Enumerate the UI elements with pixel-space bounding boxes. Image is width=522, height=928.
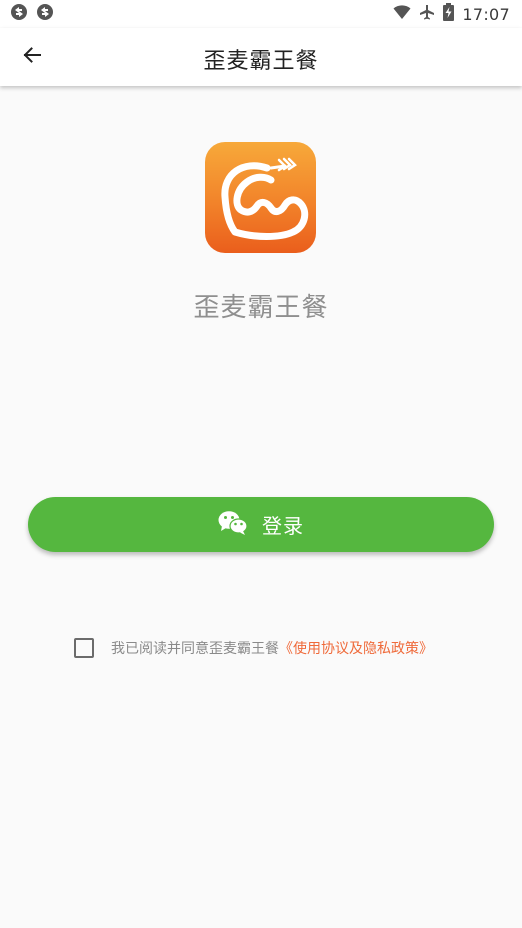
sync-icon [10,3,28,25]
login-button-label: 登录 [262,514,304,538]
bread-logo-icon [221,157,309,240]
status-right: 17:07 [393,3,510,25]
app-bar: 歪麦霸王餐 [0,28,522,86]
policy-link[interactable]: 《使用协议及隐私政策》 [279,638,433,658]
airplane-icon [419,4,435,24]
page-title: 歪麦霸王餐 [203,49,319,74]
battery-charging-icon [443,3,455,25]
status-left [10,3,54,25]
wechat-icon [218,510,248,540]
agreement-row: 我已阅读并同意歪麦霸王餐 《使用协议及隐私政策》 [74,636,433,660]
sync-icon [36,3,54,25]
agreement-checkbox[interactable] [74,638,94,658]
agreement-text: 我已阅读并同意歪麦霸王餐 [111,641,279,657]
status-time: 17:07 [462,4,510,24]
wechat-login-button[interactable]: 登录 [28,497,494,552]
status-bar: 17:07 [0,0,522,28]
wifi-icon [393,4,411,24]
app-name: 歪麦霸王餐 [193,293,329,323]
app-logo [205,142,316,253]
